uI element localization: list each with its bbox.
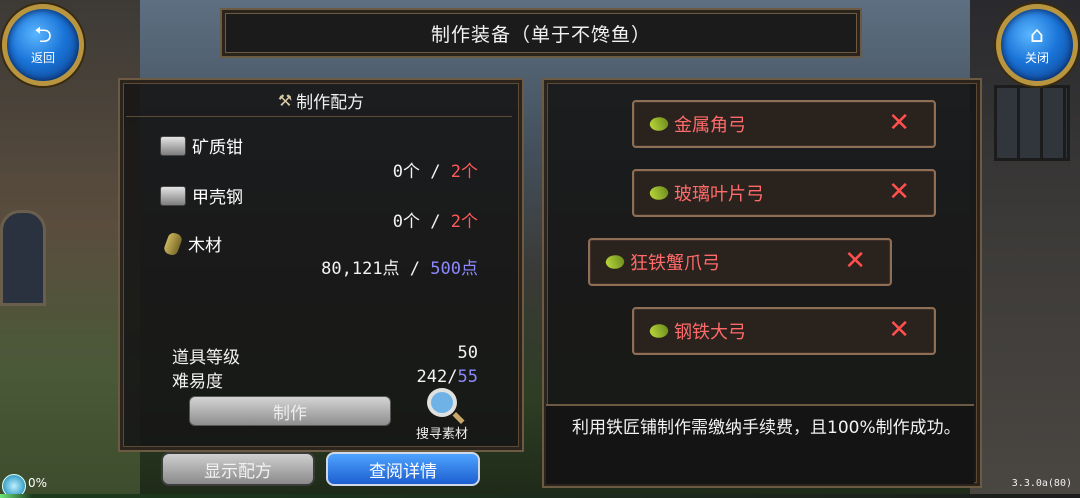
item-entry[interactable]: 金属角弓 ✕ [632,100,936,148]
item-entry-selected[interactable]: 狂铁蟹爪弓 ✕ [588,238,892,286]
material-need: 2个 [450,212,478,232]
close-button[interactable]: ⌂ 关闭 [996,4,1078,86]
item-entry[interactable]: 钢铁大弓 ✕ [632,307,936,355]
magnifier-icon [427,388,457,417]
material-row: 矿质钳 [160,133,243,158]
description-box: 利用铁匠铺制作需缴纳手续费，且100%制作成功。 [546,404,974,484]
material-name: 甲壳钢 [192,188,243,208]
difficulty-value: 242/55 [416,367,478,387]
material-have: 80,121点 [321,259,400,279]
item-name: 金属角弓 [674,115,746,136]
home-icon: ⌂ [1030,22,1044,48]
view-details-button[interactable]: 查阅详情 [326,452,480,486]
metal-ingot-icon [160,135,186,156]
progress-text: 0% [28,476,48,490]
item-level-label: 道具等级 [172,348,240,368]
unavailable-x-icon: ✕ [888,177,910,207]
material-need: 2个 [450,162,478,182]
difficulty-label: 难易度 [172,372,223,392]
back-button[interactable]: ⮌ 返回 [2,4,84,86]
craft-button[interactable]: 制作 [189,396,391,426]
search-materials-button[interactable]: 搜寻素材 [410,388,474,442]
recipe-header: ⚒ 制作配方 [120,86,522,114]
show-recipe-button[interactable]: 显示配方 [161,452,315,486]
search-materials-label: 搜寻素材 [415,427,468,442]
material-row: 甲壳钢 [160,183,243,208]
material-quantity: 0个 / 2个 [392,162,478,182]
item-name: 玻璃叶片弓 [674,184,764,205]
material-quantity: 0个 / 2个 [392,212,478,232]
material-quantity: 80,121点 / 500点 [321,259,478,279]
bow-icon [648,183,670,203]
back-arrow-icon: ⮌ [34,22,52,48]
metal-ingot-icon [160,185,186,206]
material-have: 0个 [392,212,421,232]
material-have: 0个 [392,162,421,182]
difficulty-max: 55 [457,367,478,387]
background-arch [0,210,46,306]
item-entry[interactable]: 玻璃叶片弓 ✕ [632,169,936,217]
version-label: 3.3.0a(80) [1011,478,1072,489]
bow-icon [648,114,670,134]
page-title: 制作装备（单于不馋鱼） [220,8,862,58]
material-name: 木材 [188,236,222,256]
description-text: 利用铁匠铺制作需缴纳手续费，且100%制作成功。 [572,418,961,438]
bow-icon [604,252,626,272]
back-button-label: 返回 [30,50,55,65]
item-name: 钢铁大弓 [674,322,746,343]
bow-icon [648,321,670,341]
progress-strip [0,494,1080,498]
wood-log-icon [162,230,184,257]
item-level-value: 50 [457,343,478,363]
close-button-label: 关闭 [1024,50,1049,65]
unavailable-x-icon: ✕ [888,108,910,138]
unavailable-x-icon: ✕ [888,315,910,345]
unavailable-x-icon: ✕ [844,246,866,276]
material-need: 500点 [430,259,478,279]
recipe-scroll-icon: ⚒ [277,90,293,110]
material-row: 木材 [160,230,222,257]
item-name: 狂铁蟹爪弓 [630,253,720,274]
material-name: 矿质钳 [192,138,243,158]
difficulty-current: 242 [416,367,448,387]
background-window [994,85,1070,161]
recipe-header-label: 制作配方 [296,92,365,113]
